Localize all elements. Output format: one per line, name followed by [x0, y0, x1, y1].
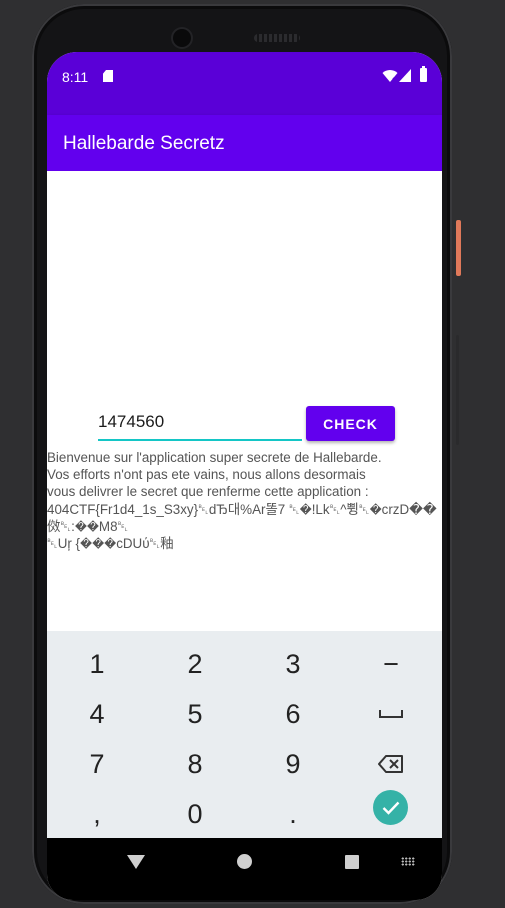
- app-title: Hallebarde Secretz: [63, 133, 225, 154]
- signal-icon: [399, 69, 411, 82]
- key-1[interactable]: 1: [48, 640, 146, 688]
- key-2[interactable]: 2: [146, 640, 244, 688]
- recents-icon[interactable]: [345, 855, 359, 869]
- sd-card-icon: [103, 70, 113, 82]
- numeric-keyboard: 1 2 3 − 4 5 6 7 8 9 , 0 .: [47, 631, 442, 838]
- key-period[interactable]: .: [244, 790, 342, 838]
- key-minus[interactable]: −: [342, 640, 440, 688]
- key-backspace[interactable]: [342, 740, 440, 788]
- key-6[interactable]: 6: [244, 690, 342, 738]
- keyboard-switch-icon[interactable]: [401, 857, 415, 866]
- key-4[interactable]: 4: [48, 690, 146, 738]
- key-8[interactable]: 8: [146, 740, 244, 788]
- key-space[interactable]: [342, 690, 440, 738]
- key-7[interactable]: 7: [48, 740, 146, 788]
- key-5[interactable]: 5: [146, 690, 244, 738]
- checkmark-icon: [382, 801, 399, 815]
- earpiece-speaker: [254, 34, 300, 42]
- check-button[interactable]: CHECK: [306, 406, 395, 441]
- code-input[interactable]: [98, 407, 302, 441]
- message-line: ␇Uŗ {���cDUύ␇釉: [47, 536, 174, 552]
- message-line: 404CTF{Fr1d4_1s_S3xy}␇dЂ대%Ar똘7 ␇�!Lk␇^쀵␇…: [47, 501, 437, 517]
- key-9[interactable]: 9: [244, 740, 342, 788]
- status-bar: 8:11: [47, 52, 442, 115]
- power-button[interactable]: [456, 220, 461, 276]
- message-line: Bienvenue sur l'application super secret…: [47, 450, 382, 465]
- key-0[interactable]: 0: [146, 790, 244, 838]
- backspace-icon: [378, 755, 403, 773]
- key-3[interactable]: 3: [244, 640, 342, 688]
- device-screen: 8:11 Hallebarde Secretz CHECK Bienvenue …: [47, 52, 442, 900]
- home-icon[interactable]: [237, 854, 252, 869]
- navigation-bar: [47, 838, 442, 900]
- volume-button[interactable]: [456, 335, 459, 445]
- message-line: vous delivrer le secret que renferme cet…: [47, 484, 369, 500]
- space-icon: [379, 710, 403, 718]
- battery-icon: [420, 66, 427, 82]
- secret-message: Bienvenue sur l'application super secret…: [47, 449, 439, 552]
- status-time: 8:11: [62, 69, 89, 85]
- message-line: 傚␇:��M8␇: [47, 518, 129, 534]
- app-bar: Hallebarde Secretz: [47, 115, 442, 171]
- done-key[interactable]: [373, 790, 408, 825]
- main-content: CHECK Bienvenue sur l'application super …: [47, 171, 442, 631]
- front-camera: [173, 29, 191, 47]
- message-line: Vos efforts n'ont pas ete vains, nous al…: [47, 467, 366, 483]
- back-icon[interactable]: [127, 855, 145, 869]
- wifi-icon: [382, 70, 398, 83]
- key-comma[interactable]: ,: [48, 790, 146, 838]
